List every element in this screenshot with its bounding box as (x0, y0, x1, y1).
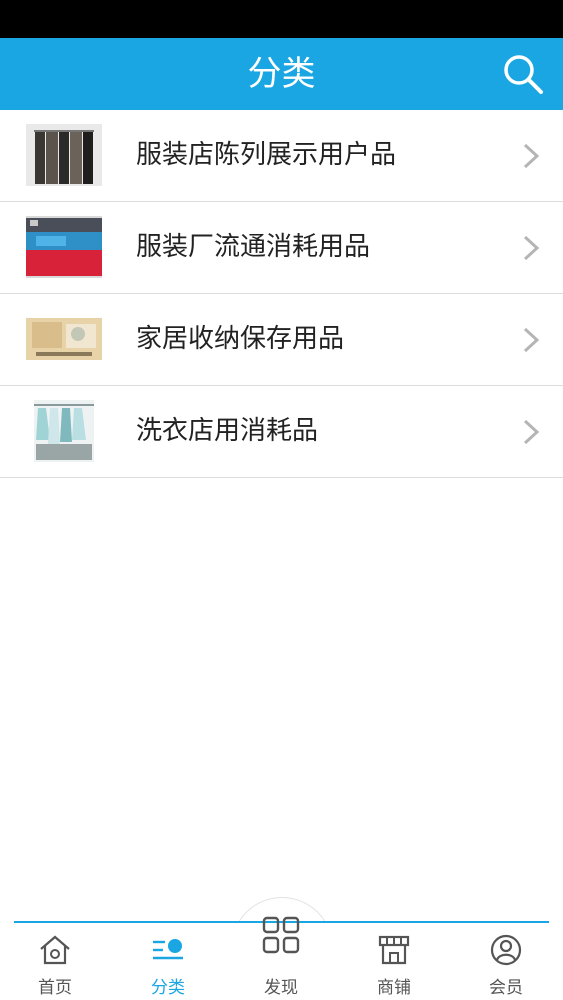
tab-label: 商铺 (377, 978, 411, 998)
tab-label: 发现 (264, 978, 298, 998)
tab-shop[interactable]: 商铺 (349, 921, 439, 1000)
page-title: 分类 (247, 54, 316, 94)
category-thumbnail (26, 124, 102, 186)
category-label: 家居收纳保存用品 (136, 324, 345, 354)
user-icon (490, 934, 522, 966)
category-label: 服装店陈列展示用户品 (136, 140, 397, 170)
chevron-right-icon (523, 419, 540, 445)
category-label: 洗衣店用消耗品 (136, 416, 319, 446)
category-row[interactable]: 服装店陈列展示用户品 (0, 110, 563, 202)
category-thumbnail (26, 216, 102, 278)
category-row[interactable]: 服装厂流通消耗用品 (0, 202, 563, 294)
category-list: 服装店陈列展示用户品 服装厂流通消耗用品 家居收纳保存用品 洗衣店用消耗品 (0, 110, 563, 478)
chevron-right-icon (523, 327, 540, 353)
home-icon (40, 935, 70, 965)
category-label: 服装厂流通消耗用品 (136, 232, 371, 262)
tab-home[interactable]: 首页 (10, 921, 100, 1000)
category-row[interactable]: 家居收纳保存用品 (0, 294, 563, 386)
tab-category[interactable]: 分类 (123, 921, 213, 1000)
category-row[interactable]: 洗衣店用消耗品 (0, 386, 563, 478)
tab-label: 会员 (489, 978, 523, 998)
shop-icon (378, 935, 410, 965)
search-button[interactable] (501, 52, 545, 96)
tab-member[interactable]: 会员 (461, 921, 551, 1000)
grid-icon (262, 916, 300, 954)
category-thumbnail (26, 318, 102, 360)
tab-discover[interactable]: 发现 (236, 900, 326, 1000)
chevron-right-icon (523, 143, 540, 169)
chevron-right-icon (523, 235, 540, 261)
search-icon (504, 55, 543, 94)
tab-label: 首页 (38, 978, 72, 998)
category-thumbnail (34, 400, 94, 462)
header-bar: 分类 (0, 38, 563, 110)
status-bar (0, 0, 563, 38)
category-icon (153, 939, 183, 960)
tab-label: 分类 (151, 978, 185, 998)
